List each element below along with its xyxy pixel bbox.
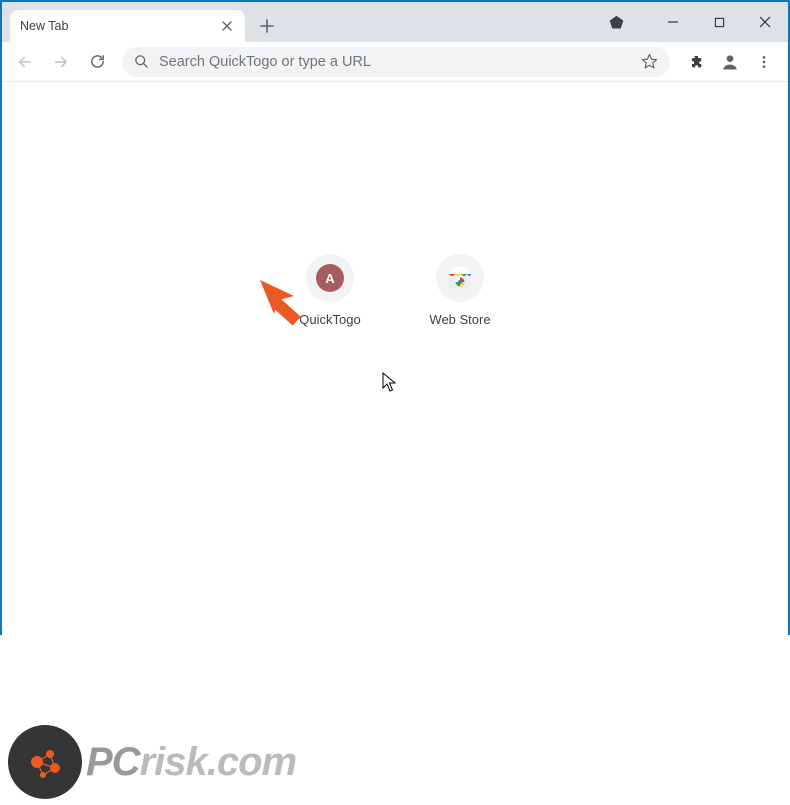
window-controls xyxy=(602,2,788,42)
bookmark-star-icon[interactable] xyxy=(641,53,658,70)
close-window-button[interactable] xyxy=(742,2,788,42)
tabs-area: New Tab xyxy=(2,2,602,42)
watermark-risk: risk xyxy=(140,740,207,784)
address-bar[interactable] xyxy=(122,47,670,77)
menu-button[interactable] xyxy=(748,46,780,78)
address-input[interactable] xyxy=(159,54,631,70)
new-tab-button[interactable] xyxy=(253,12,281,40)
forward-button[interactable] xyxy=(46,47,76,77)
watermark-logo: PCrisk.com xyxy=(8,725,296,799)
shortcut-webstore[interactable]: Web Store xyxy=(404,254,516,327)
search-icon xyxy=(134,54,149,69)
extensions-button[interactable] xyxy=(680,46,712,78)
shortcuts-grid: A QuickTogo Web St xyxy=(2,254,788,327)
guest-badge-icon xyxy=(602,8,630,36)
reload-button[interactable] xyxy=(82,47,112,77)
watermark-text: PCrisk.com xyxy=(86,740,296,785)
watermark-circle-icon xyxy=(8,725,82,799)
title-bar: New Tab xyxy=(2,2,788,42)
webstore-icon xyxy=(447,265,473,291)
toolbar-right xyxy=(680,46,780,78)
profile-button[interactable] xyxy=(714,46,746,78)
shortcut-label: QuickTogo xyxy=(299,312,360,327)
tab-title: New Tab xyxy=(20,19,68,33)
shortcut-quicktogo[interactable]: A QuickTogo xyxy=(274,254,386,327)
minimize-button[interactable] xyxy=(650,2,696,42)
new-tab-content: A QuickTogo Web St xyxy=(2,254,788,805)
quicktogo-avatar-icon: A xyxy=(316,264,344,292)
watermark-pc: PC xyxy=(86,740,140,784)
shortcut-icon xyxy=(436,254,484,302)
watermark-com: .com xyxy=(207,740,296,784)
mouse-cursor-icon xyxy=(382,372,398,397)
toolbar xyxy=(2,42,788,82)
close-tab-icon[interactable] xyxy=(219,18,235,34)
shortcut-icon: A xyxy=(306,254,354,302)
maximize-button[interactable] xyxy=(696,2,742,42)
back-button[interactable] xyxy=(10,47,40,77)
browser-tab[interactable]: New Tab xyxy=(10,10,245,42)
shortcut-label: Web Store xyxy=(429,312,490,327)
